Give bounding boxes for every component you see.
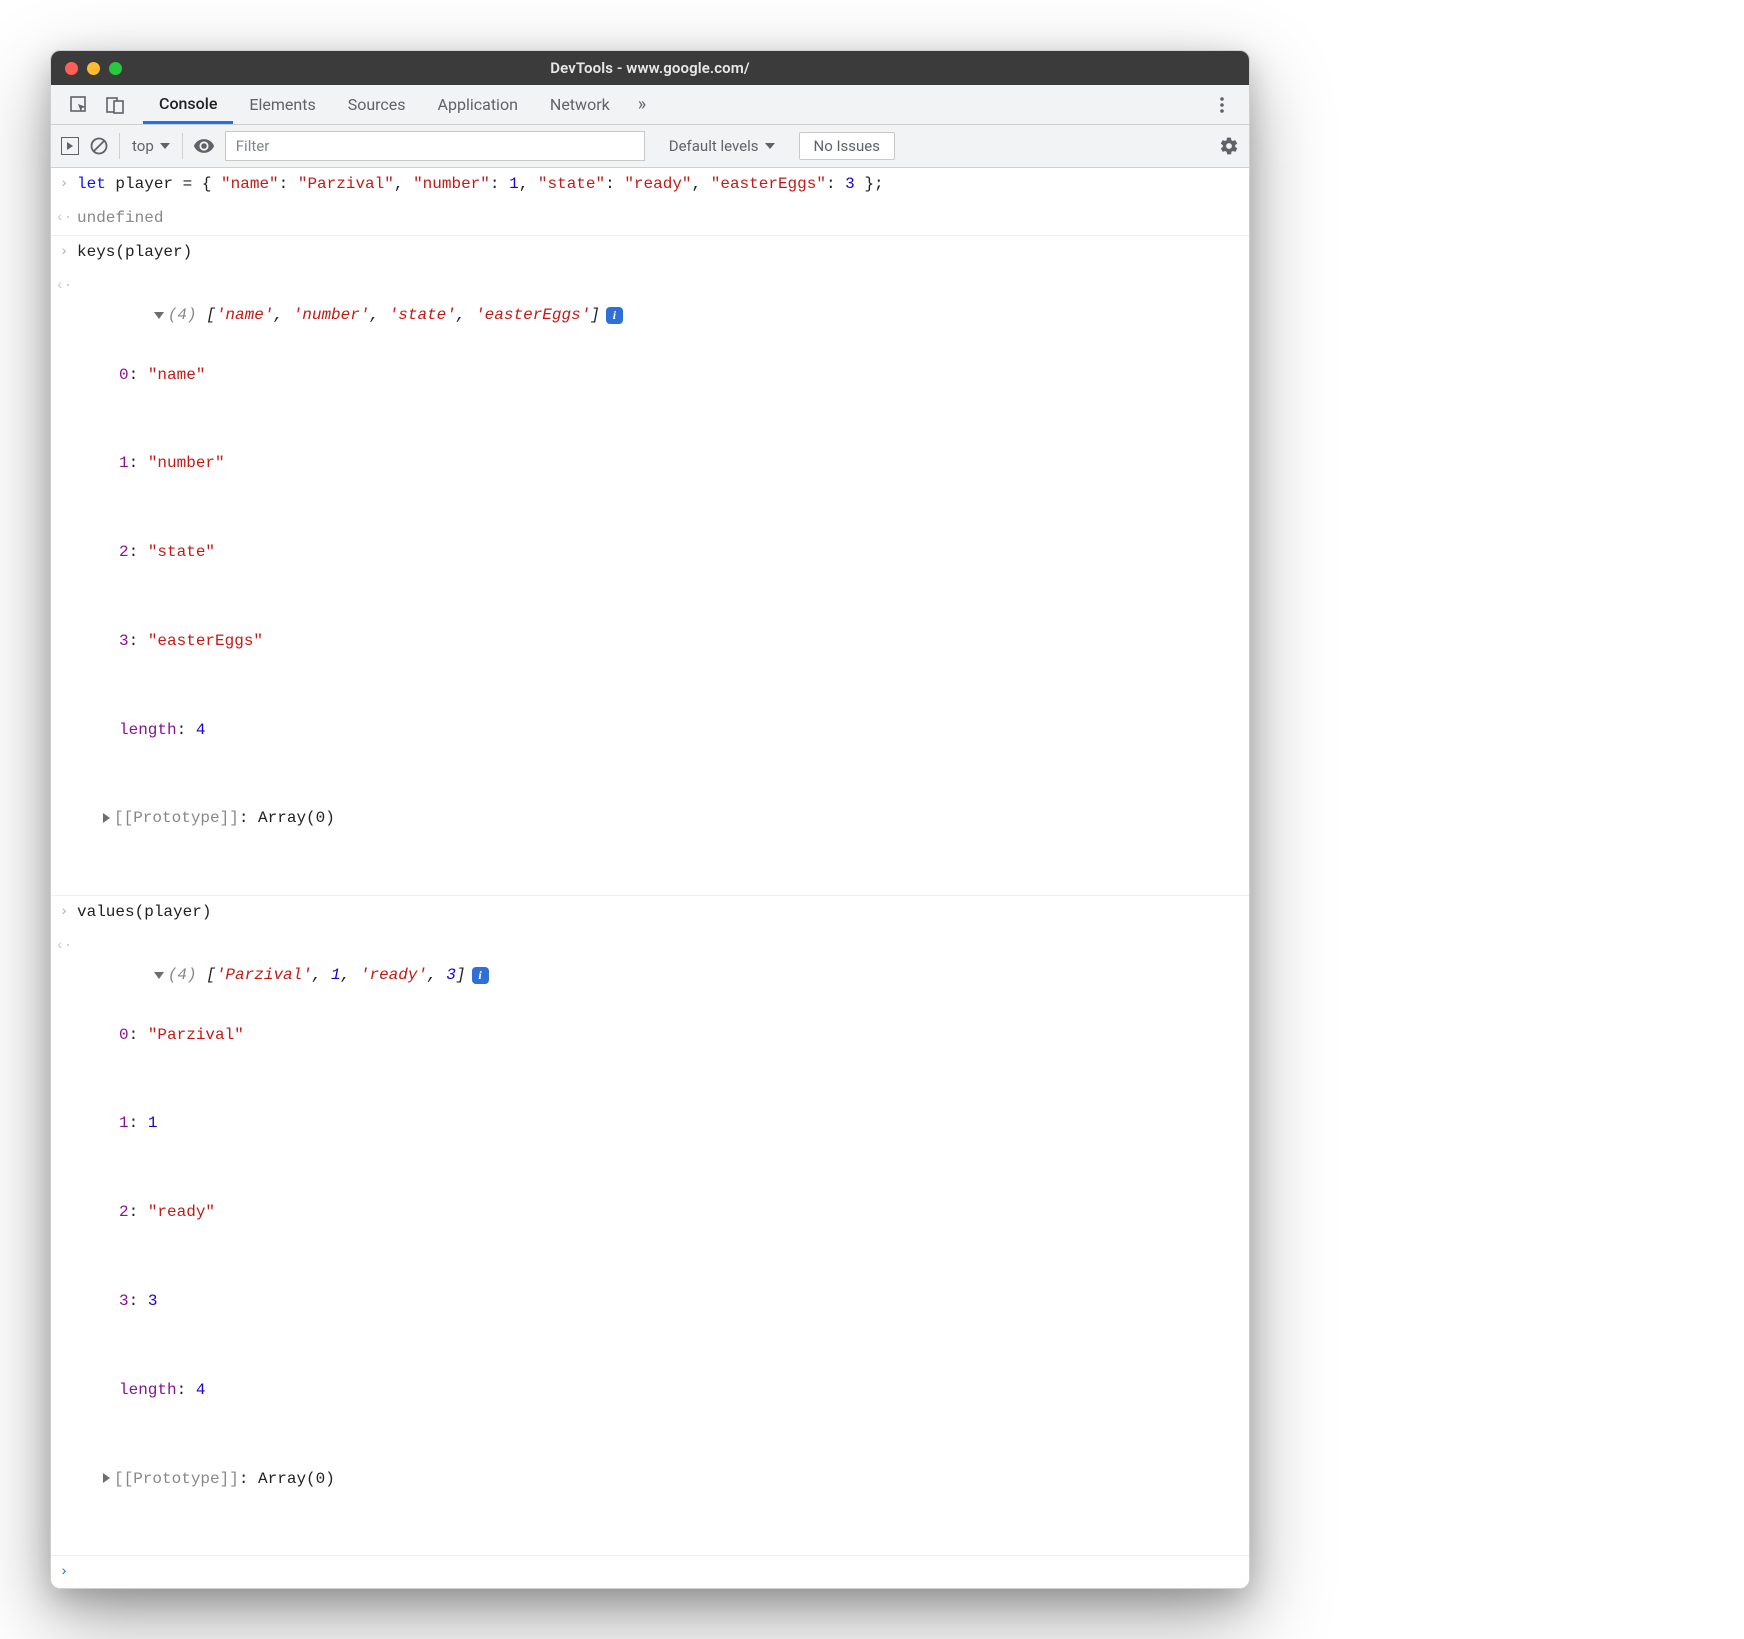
array-entry: 1: 1 [77, 1109, 1239, 1139]
issues-button[interactable]: No Issues [799, 132, 896, 160]
filter-placeholder: Filter [236, 137, 270, 155]
clear-console-icon[interactable] [89, 136, 109, 156]
inspect-element-icon[interactable] [61, 89, 97, 121]
context-label: top [132, 137, 154, 155]
settings-icon[interactable] [1169, 89, 1205, 121]
console-input-line[interactable]: keys(player) [77, 238, 1249, 268]
main-toolbar: Console Elements Sources Application Net… [51, 85, 1249, 125]
array-result[interactable]: (4) ['name', 'number', 'state', 'easterE… [77, 272, 1249, 893]
array-entry: 0: "Parzival" [77, 1021, 1239, 1051]
array-length: length: 4 [77, 1376, 1239, 1406]
live-expression-icon[interactable] [193, 135, 215, 157]
info-icon[interactable]: i [472, 967, 489, 984]
prompt-icon: › [51, 1558, 77, 1586]
array-entry: 2: "state" [77, 538, 1239, 568]
prompt-icon: › [51, 898, 77, 928]
device-toolbar-icon[interactable] [97, 89, 133, 121]
undefined-result: undefined [77, 204, 1249, 234]
filter-input[interactable]: Filter [225, 131, 645, 161]
expand-toggle-icon[interactable] [103, 813, 110, 823]
result-icon: ‹· [51, 932, 77, 1553]
console-input-line[interactable]: values(player) [77, 898, 1249, 928]
array-entry: 3: 3 [77, 1287, 1239, 1317]
panel-tabs: Console Elements Sources Application Net… [143, 85, 626, 124]
array-entry: 2: "ready" [77, 1198, 1239, 1228]
result-icon: ‹· [51, 204, 77, 234]
result-icon: ‹· [51, 272, 77, 893]
more-tabs-button[interactable]: » [626, 94, 658, 115]
console-input-line[interactable]: let player = { "name": "Parzival", "numb… [77, 170, 1249, 200]
expand-toggle-icon[interactable] [154, 312, 164, 319]
array-entry: 1: "number" [77, 449, 1239, 479]
prompt-icon: › [51, 238, 77, 268]
tab-sources[interactable]: Sources [332, 85, 422, 124]
devtools-window: DevTools - www.google.com/ Console Eleme… [50, 50, 1250, 1589]
console-subtoolbar: top Filter Default levels No Issues [51, 125, 1249, 168]
array-result[interactable]: (4) ['Parzival', 1, 'ready', 3]i 0: "Par… [77, 932, 1249, 1553]
expand-toggle-icon[interactable] [103, 1473, 110, 1483]
array-entry: 3: "easterEggs" [77, 627, 1239, 657]
kebab-menu-icon[interactable] [1205, 90, 1239, 120]
console-output: › let player = { "name": "Parzival", "nu… [51, 168, 1249, 1588]
console-input-line[interactable] [77, 1558, 1249, 1586]
titlebar: DevTools - www.google.com/ [51, 51, 1249, 85]
tab-elements[interactable]: Elements [233, 85, 331, 124]
toggle-drawer-icon[interactable] [61, 137, 79, 155]
log-levels-selector[interactable]: Default levels [655, 137, 789, 155]
array-entry: 0: "name" [77, 361, 1239, 391]
levels-label: Default levels [669, 137, 759, 155]
context-selector[interactable]: top [119, 133, 183, 159]
array-prototype[interactable]: [[Prototype]]: Array(0) [77, 1465, 1239, 1495]
prompt-icon: › [51, 170, 77, 200]
tab-network[interactable]: Network [534, 85, 626, 124]
issues-label: No Issues [814, 137, 881, 155]
dropdown-icon [765, 143, 775, 149]
array-prototype[interactable]: [[Prototype]]: Array(0) [77, 804, 1239, 834]
window-title: DevTools - www.google.com/ [51, 59, 1249, 77]
console-settings-icon[interactable] [1219, 136, 1239, 156]
expand-toggle-icon[interactable] [154, 972, 164, 979]
array-length: length: 4 [77, 716, 1239, 746]
tab-application[interactable]: Application [422, 85, 534, 124]
dropdown-icon [160, 143, 170, 149]
info-icon[interactable]: i [606, 307, 623, 324]
tab-console[interactable]: Console [143, 85, 233, 124]
